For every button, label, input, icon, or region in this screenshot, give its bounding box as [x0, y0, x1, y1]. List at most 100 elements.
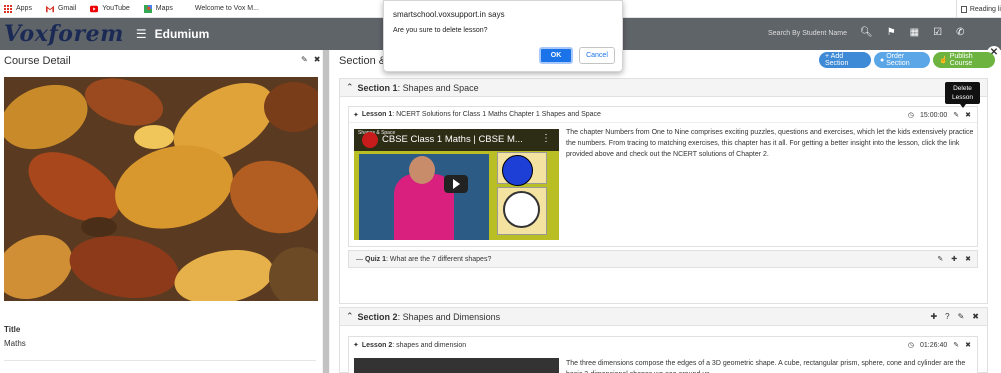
chevron-up-icon[interactable]: ⌃: [346, 311, 354, 322]
publish-course-button[interactable]: ☝ Publish Course: [933, 52, 995, 68]
tooltip-line-2: Lesson: [952, 94, 973, 101]
lesson-1: ✦ Lesson 1 : NCERT Solutions for Class 1…: [348, 106, 978, 247]
lesson-duration: 15:00:00: [920, 111, 948, 119]
lesson-label: Lesson 2: [361, 341, 393, 349]
section-name: : Shapes and Dimensions: [397, 311, 501, 322]
delete-lesson-icon[interactable]: ✖: [965, 111, 971, 119]
section-tools: ✚ ? ✎ ✖: [930, 312, 979, 321]
search-icon[interactable]: 🔍︎: [860, 27, 873, 38]
divider: [4, 360, 316, 361]
play-icon[interactable]: [444, 175, 468, 193]
tooltip-line-1: Delete: [953, 85, 972, 92]
bookmark-apps[interactable]: Apps: [0, 4, 32, 13]
lesson-tools: ◷ 01:26:40 ✎ ✖: [907, 341, 971, 350]
reading-list[interactable]: Reading li: [955, 0, 1001, 18]
video-thumbnail: [359, 154, 489, 240]
bookmark-welcome[interactable]: Welcome to Vox M...: [195, 5, 259, 12]
reading-list-label: Reading li: [969, 5, 1001, 13]
whatsapp-icon[interactable]: ✆: [956, 27, 964, 38]
title-field-value: Maths: [4, 339, 26, 348]
channel-logo: [362, 132, 378, 148]
edit-course-icon[interactable]: ✎: [301, 55, 308, 64]
lesson-header: ✦ Lesson 1 : NCERT Solutions for Class 1…: [349, 107, 977, 123]
lesson-2: ✦ Lesson 2 : shapes and dimension ◷ 01:2…: [348, 336, 978, 373]
video-player[interactable]: Shapes & Space CBSE Class 1 Maths | CBSE…: [354, 129, 559, 240]
dialog-title: smartschool.voxsupport.in says: [393, 10, 505, 19]
bookmark-youtube-label: YouTube: [102, 5, 130, 12]
lesson-label: Lesson 1: [361, 111, 393, 118]
edit-quiz-icon[interactable]: ✎: [937, 255, 943, 263]
clock-icon: ◷: [907, 112, 914, 119]
title-field-label: Title: [4, 325, 21, 334]
course-image: [4, 77, 318, 301]
dialog-message: Are you sure to delete lesson?: [393, 27, 488, 34]
quiz-name: : What are the 7 different shapes?: [386, 255, 492, 263]
brand-name: Edumium: [154, 27, 210, 41]
bookmark-welcome-label: Welcome to Vox M...: [194, 5, 259, 12]
video-title[interactable]: CBSE Class 1 Maths | CBSE M...: [382, 134, 523, 145]
student-search-input[interactable]: Search By Student Name: [768, 30, 847, 37]
add-question-icon[interactable]: ✚: [951, 255, 957, 263]
lesson-tools: ◷ 15:00:00 ✎ ✖: [907, 111, 971, 120]
chevron-up-icon[interactable]: ⌃: [346, 82, 354, 93]
edit-section-icon[interactable]: ✎: [958, 312, 965, 321]
help-icon[interactable]: ?: [945, 312, 949, 321]
reading-list-icon: [960, 5, 967, 13]
bookmark-gmail[interactable]: Gmail: [45, 5, 76, 13]
checkbox-icon[interactable]: ☑: [933, 27, 942, 38]
thumbs-up-icon: ☝: [939, 57, 948, 64]
quiz-tools: ✎ ✚ ✖: [937, 255, 971, 263]
bookmark-maps-label: Maps: [155, 5, 173, 12]
delete-section-icon[interactable]: ✖: [972, 312, 979, 321]
section-header[interactable]: ⌃ Section 2 : Shapes and Dimensions ✚ ? …: [340, 308, 987, 326]
lesson-name: : shapes and dimension: [392, 341, 467, 349]
section-2: ⌃ Section 2 : Shapes and Dimensions ✚ ? …: [339, 307, 988, 373]
quiz-label: Quiz 1: [365, 255, 387, 263]
edit-lesson-icon[interactable]: ✎: [953, 111, 959, 119]
maps-icon: [143, 4, 152, 13]
section-label: Section 2: [357, 311, 398, 322]
logo[interactable]: Voxforem: [4, 21, 124, 47]
clock-icon: ◷: [907, 342, 914, 349]
bookmark-maps[interactable]: Maps: [143, 4, 173, 13]
hamburger-menu-icon[interactable]: ☰: [136, 27, 147, 41]
flag-icon[interactable]: ⚑: [887, 27, 896, 38]
ok-button[interactable]: OK: [539, 47, 573, 64]
delete-quiz-icon[interactable]: ✖: [965, 255, 971, 263]
topbar-icons: 🔍︎ ⚑ ▦ ☑ ✆: [860, 27, 964, 38]
lesson-description: The three dimensions compose the edges o…: [566, 360, 966, 373]
section-header[interactable]: ⌃ Section 1 : Shapes and Space ✚: [340, 79, 987, 97]
more-vert-icon[interactable]: ⋮: [541, 133, 551, 144]
quiz-1: — Quiz 1 : What are the 7 different shap…: [348, 250, 978, 268]
calendar-icon[interactable]: ▦: [910, 27, 919, 38]
lesson-duration: 01:26:40: [920, 341, 948, 349]
order-section-button[interactable]: ● Order Section: [874, 52, 930, 68]
section-1: ⌃ Section 1 : Shapes and Space ✚ ✦ Lesso…: [339, 78, 988, 304]
section-name: : Shapes and Space: [397, 82, 479, 93]
lesson-description: The chapter Numbers from One to Nine com…: [566, 129, 974, 158]
lesson-name: : NCERT Solutions for Class 1 Maths Chap…: [392, 111, 601, 118]
order-icon: ●: [880, 56, 885, 64]
scrollbar-thumb[interactable]: [323, 50, 329, 373]
cancel-button[interactable]: Cancel: [579, 47, 615, 64]
edit-lesson-icon[interactable]: ✎: [953, 341, 959, 349]
add-icon[interactable]: ✚: [930, 312, 937, 321]
bookmark-apps-label: Apps: [16, 5, 32, 12]
order-section-label: Order Section: [886, 53, 910, 67]
minus-icon: —: [356, 255, 363, 263]
delete-lesson-tooltip: Delete Lesson: [945, 82, 980, 108]
apps-grid-icon: [4, 4, 12, 13]
delete-course-icon[interactable]: ✖: [314, 55, 321, 64]
course-detail-tools: ✎ ✖: [301, 55, 320, 64]
bookmark-youtube[interactable]: YouTube: [90, 5, 130, 13]
video-player[interactable]: [354, 358, 559, 373]
clock-shape: [503, 191, 540, 228]
course-detail-title: Course Detail: [4, 55, 71, 67]
youtube-icon: [90, 5, 99, 12]
lesson-bullet-icon: ✦: [353, 111, 359, 119]
delete-lesson-icon[interactable]: ✖: [965, 341, 971, 349]
add-section-button[interactable]: + Add Section: [819, 52, 871, 68]
gmail-icon: [45, 5, 54, 12]
video-titlebar: Shapes & Space CBSE Class 1 Maths | CBSE…: [354, 129, 559, 151]
lesson-header: ✦ Lesson 2 : shapes and dimension ◷ 01:2…: [349, 337, 977, 353]
